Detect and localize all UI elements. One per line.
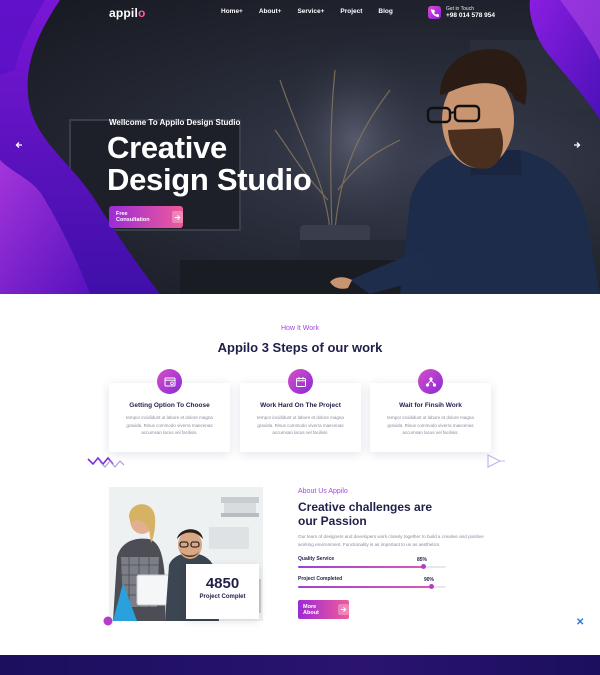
hero-title: Creative Design Studio xyxy=(107,132,312,196)
about-title: Creative challenges are our Passion xyxy=(298,500,498,528)
skill-knob xyxy=(421,564,427,569)
card-title: Getting Option To Choose xyxy=(129,402,210,409)
hero-title-line2: Design Studio xyxy=(107,162,312,197)
counter-label: Project Complet xyxy=(199,594,246,600)
free-consultation-button[interactable]: Free Consultation xyxy=(109,206,183,228)
step-card-1: Getting Option To Choose tempor incididu… xyxy=(109,369,230,452)
call-text: Get in Touch +98 014 578 954 xyxy=(446,6,495,19)
nav-item-service[interactable]: Service+ xyxy=(297,8,324,15)
about-title-line2: our Passion xyxy=(298,514,367,528)
squiggle-decoration xyxy=(87,456,125,468)
footer-band xyxy=(0,655,600,675)
skill-value-quality: 85% xyxy=(417,557,428,563)
cta-label: Free Consultation xyxy=(116,211,150,223)
arrow-left-icon xyxy=(15,142,22,148)
card-title: Work Hard On The Project xyxy=(260,402,341,409)
skill-knob xyxy=(428,584,434,589)
arrow-right-icon xyxy=(574,142,581,148)
project-counter: 4850 Project Complet xyxy=(186,564,259,619)
arrow-right-icon xyxy=(171,211,183,223)
hero-title-line1: Creative xyxy=(107,130,227,165)
logo-dot: o xyxy=(138,6,146,20)
skill-label-quality: Quality Service xyxy=(298,556,335,562)
main-nav: Home+ About+ Service+ Project Blog xyxy=(221,8,393,15)
skill-bar-completed xyxy=(298,584,446,589)
phone-icon xyxy=(428,6,441,19)
call-block[interactable]: Get in Touch +98 014 578 954 xyxy=(428,6,495,19)
skill-fill xyxy=(298,586,432,588)
nav-item-home[interactable]: Home+ xyxy=(221,8,243,15)
card-title: Wait for Finsih Work xyxy=(399,402,462,409)
nav-item-project[interactable]: Project xyxy=(340,8,362,15)
network-icon xyxy=(418,369,443,394)
browser-icon xyxy=(157,369,182,394)
about-text: Our team of designers and developers wor… xyxy=(298,534,484,547)
about-title-line1: Creative challenges are xyxy=(298,500,433,514)
card-text: tempor incididunt ut labore et dolore ma… xyxy=(126,415,213,435)
call-number[interactable]: +98 014 578 954 xyxy=(446,12,495,19)
call-label: Get in Touch xyxy=(446,6,474,12)
skill-bar-quality xyxy=(298,564,446,569)
card-text: tempor incididunt ut labore et dolore ma… xyxy=(387,415,474,435)
hero-subtitle: Wellcome To Appilo Design Studio xyxy=(109,118,241,127)
slider-next-button[interactable] xyxy=(573,141,581,151)
calendar-icon xyxy=(288,369,313,394)
logo[interactable]: appilo xyxy=(109,6,146,20)
skill-fill xyxy=(298,566,424,568)
more-about-button[interactable]: More About xyxy=(298,600,349,619)
logo-text: appil xyxy=(109,6,139,20)
dot-decoration xyxy=(103,616,113,626)
card-text: tempor incididunt ut labore et dolore ma… xyxy=(257,415,344,435)
how-subtitle: How It Work xyxy=(281,325,319,332)
hero-section: appilo Home+ About+ Service+ Project Blo… xyxy=(0,0,600,294)
arrow-right-icon xyxy=(338,604,349,615)
step-card-3: Wait for Finsih Work tempor incididunt u… xyxy=(370,369,491,452)
more-about-label: More About xyxy=(303,603,319,616)
slider-prev-button[interactable] xyxy=(15,141,23,151)
skill-label-completed: Project Completed xyxy=(298,576,343,582)
triangle-decoration xyxy=(487,454,505,468)
counter-value: 4850 xyxy=(205,575,240,592)
nav-item-blog[interactable]: Blog xyxy=(378,8,392,15)
step-card-2: Work Hard On The Project tempor incididu… xyxy=(240,369,361,452)
how-title: Appilo 3 Steps of our work xyxy=(217,340,383,355)
skill-value-completed: 90% xyxy=(424,577,435,583)
nav-item-about[interactable]: About+ xyxy=(259,8,282,15)
about-subtitle: About Us Appilo xyxy=(298,488,348,495)
close-icon[interactable]: ✕ xyxy=(576,617,584,628)
